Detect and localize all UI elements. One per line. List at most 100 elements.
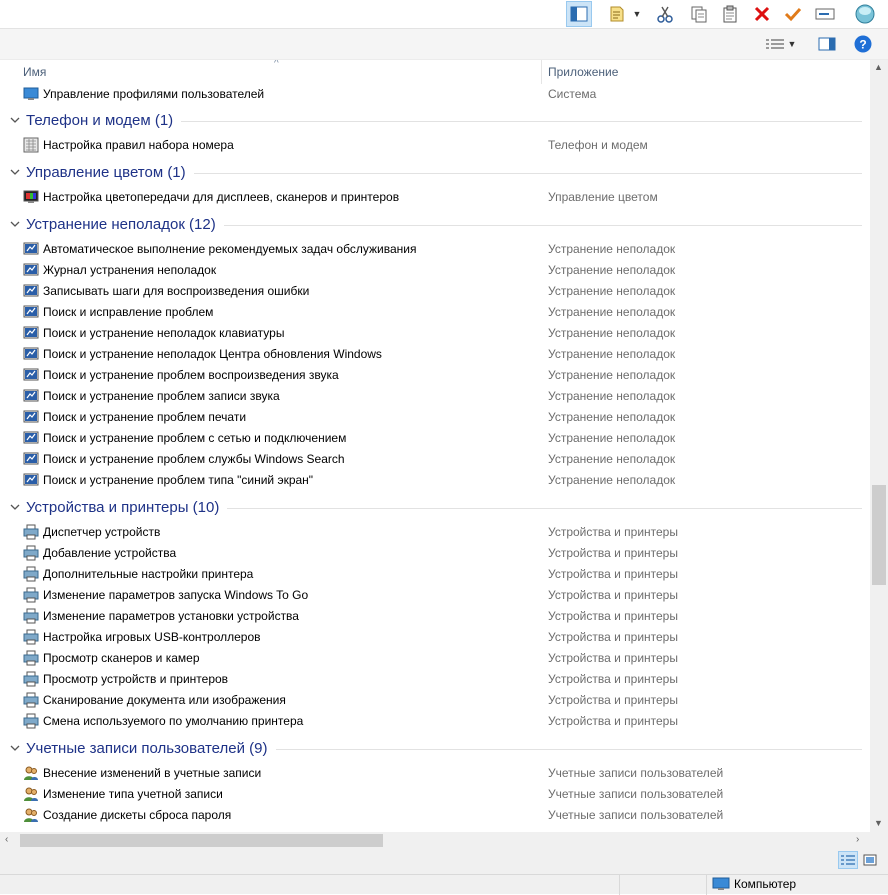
item-app: Устройства и принтеры [548, 630, 678, 644]
shell-button[interactable] [852, 1, 878, 27]
column-header: ^ Имя Приложение [0, 60, 870, 84]
list-item[interactable]: Просмотр устройств и принтеров Устройства… [0, 669, 870, 690]
devices-printers-icon [23, 566, 39, 582]
list-item[interactable]: Поиск и исправление проблем Устранение не… [0, 302, 870, 323]
help-icon: ? [854, 35, 872, 53]
checkmark-icon [784, 7, 802, 22]
preview-pane-toggle-button[interactable] [566, 1, 592, 27]
item-app: Учетные записи пользователей [548, 766, 724, 780]
copy-button[interactable] [686, 1, 712, 27]
list-item[interactable]: Изменение типа учетной записи Учетные зап… [0, 784, 870, 805]
help-button[interactable]: ? [852, 33, 874, 55]
large-icons-view-button[interactable] [860, 851, 880, 869]
details-view-button[interactable] [838, 851, 858, 869]
list-item[interactable]: Настройка игровых USB-контроллеров Устрой… [0, 627, 870, 648]
item-app: Устройства и принтеры [548, 672, 678, 686]
item-name: Добавление устройства [43, 546, 177, 560]
horizontal-scroll-thumb[interactable] [20, 834, 383, 847]
group-header[interactable]: Устранение неполадок (12) [0, 212, 870, 238]
devices-printers-icon [23, 650, 39, 666]
item-app: Устранение неполадок [548, 305, 676, 319]
scroll-left-arrow-icon[interactable]: ‹ [5, 834, 8, 845]
list-item[interactable]: Настройка цветопередачи для дисплеев, ск… [0, 187, 870, 208]
devices-printers-icon [23, 713, 39, 729]
item-app: Устранение неполадок [548, 368, 676, 382]
pane-layout-icon [570, 6, 588, 22]
list-item[interactable]: Управление профилями пользователей Систем… [0, 84, 870, 105]
item-name: Поиск и исправление проблем [43, 305, 214, 319]
chevron-down-icon[interactable] [9, 742, 21, 754]
delete-button[interactable] [749, 1, 775, 27]
item-name: Поиск и устранение проблем воспроизведен… [43, 368, 339, 382]
list-item[interactable]: Диспетчер устройств Устройства и принтеры [0, 522, 870, 543]
vertical-scrollbar[interactable]: ▲ ▼ [870, 60, 888, 832]
details-pane-button[interactable] [816, 33, 838, 55]
apply-button[interactable] [780, 1, 806, 27]
status-bar: Компьютер [0, 849, 888, 895]
troubleshoot-icon [23, 304, 39, 320]
item-name: Автоматическое выполнение рекомендуемых … [43, 242, 417, 256]
vertical-scroll-thumb[interactable] [872, 485, 886, 585]
list-item[interactable]: Поиск и устранение проблем воспроизведен… [0, 365, 870, 386]
properties-button[interactable] [604, 1, 630, 27]
list-item[interactable]: Просмотр сканеров и камер Устройства и пр… [0, 648, 870, 669]
item-name: Поиск и устранение проблем печати [43, 410, 247, 424]
scrollbar-corner [870, 832, 888, 849]
chevron-down-icon[interactable] [9, 501, 21, 513]
column-app-header[interactable]: Приложение [548, 65, 618, 79]
chevron-down-icon[interactable] [9, 218, 21, 230]
group-header[interactable]: Учетные записи пользователей (9) [0, 736, 870, 762]
devices-printers-icon [23, 629, 39, 645]
list-item[interactable]: Изменение параметров запуска Windows To … [0, 585, 870, 606]
chevron-down-icon[interactable] [9, 114, 21, 126]
column-name-header[interactable]: Имя [23, 65, 46, 79]
list-item[interactable]: Журнал устранения неполадок Устранение не… [0, 260, 870, 281]
troubleshoot-icon [23, 451, 39, 467]
list-item[interactable]: Поиск и устранение проблем службы Window… [0, 449, 870, 470]
list-item[interactable]: Смена используемого по умолчанию принтер… [0, 711, 870, 732]
list-item[interactable]: Дополнительные настройки принтера Устройс… [0, 564, 870, 585]
group-header[interactable]: Управление цветом (1) [0, 160, 870, 186]
paste-button[interactable] [717, 1, 743, 27]
item-name: Журнал устранения неполадок [43, 263, 217, 277]
chevron-down-icon: ▼ [632, 9, 642, 19]
list-item[interactable]: Настройка правил набора номера Телефон и … [0, 135, 870, 156]
list-item[interactable]: Поиск и устранение неполадок Центра обно… [0, 344, 870, 365]
item-name: Настройка игровых USB-контроллеров [43, 630, 261, 644]
item-app: Устранение неполадок [548, 431, 676, 445]
column-separator[interactable] [541, 60, 542, 84]
scroll-up-arrow-icon[interactable]: ▲ [874, 62, 883, 72]
rename-button[interactable] [812, 1, 838, 27]
troubleshoot-icon [23, 367, 39, 383]
item-app: Устранение неполадок [548, 347, 676, 361]
list-item[interactable]: Автоматическое выполнение рекомендуемых … [0, 239, 870, 260]
troubleshoot-icon [23, 346, 39, 362]
status-bar-bottom: Компьютер [0, 874, 888, 895]
group-header[interactable]: Устройства и принтеры (10) [0, 495, 870, 521]
clipboard-icon [723, 5, 737, 23]
horizontal-scrollbar[interactable]: ‹ › [0, 832, 870, 849]
devices-printers-icon [23, 545, 39, 561]
troubleshoot-icon [23, 325, 39, 341]
group-header[interactable]: Телефон и модем (1) [0, 108, 870, 134]
list-item[interactable]: Поиск и устранение проблем записи звука У… [0, 386, 870, 407]
list-item[interactable]: Добавление устройства Устройства и принте… [0, 543, 870, 564]
list-item[interactable]: Поиск и устранение проблем типа "синий э… [0, 470, 870, 491]
change-view-button[interactable]: ▼ [762, 33, 800, 55]
list-item[interactable]: Создание дискеты сброса пароля Учетные за… [0, 805, 870, 826]
list-item[interactable]: Внесение изменений в учетные записи Учетн… [0, 763, 870, 784]
list-item[interactable]: Поиск и устранение проблем печати Устране… [0, 407, 870, 428]
properties-dropdown-button[interactable]: ▼ [630, 1, 644, 27]
list-item[interactable]: Изменение параметров установки устройств… [0, 606, 870, 627]
scroll-down-arrow-icon[interactable]: ▼ [874, 818, 883, 828]
item-name: Просмотр устройств и принтеров [43, 672, 229, 686]
list-item[interactable]: Сканирование документа или изображения Ус… [0, 690, 870, 711]
list-item[interactable]: Записывать шаги для воспроизведения ошиб… [0, 281, 870, 302]
group-title: Учетные записи пользователей (9) [26, 740, 268, 757]
cut-button[interactable] [652, 1, 678, 27]
list-item[interactable]: Поиск и устранение проблем с сетью и под… [0, 428, 870, 449]
item-app: Устройства и принтеры [548, 567, 678, 581]
scroll-right-arrow-icon[interactable]: › [856, 834, 859, 845]
list-item[interactable]: Поиск и устранение неполадок клавиатуры У… [0, 323, 870, 344]
chevron-down-icon[interactable] [9, 166, 21, 178]
